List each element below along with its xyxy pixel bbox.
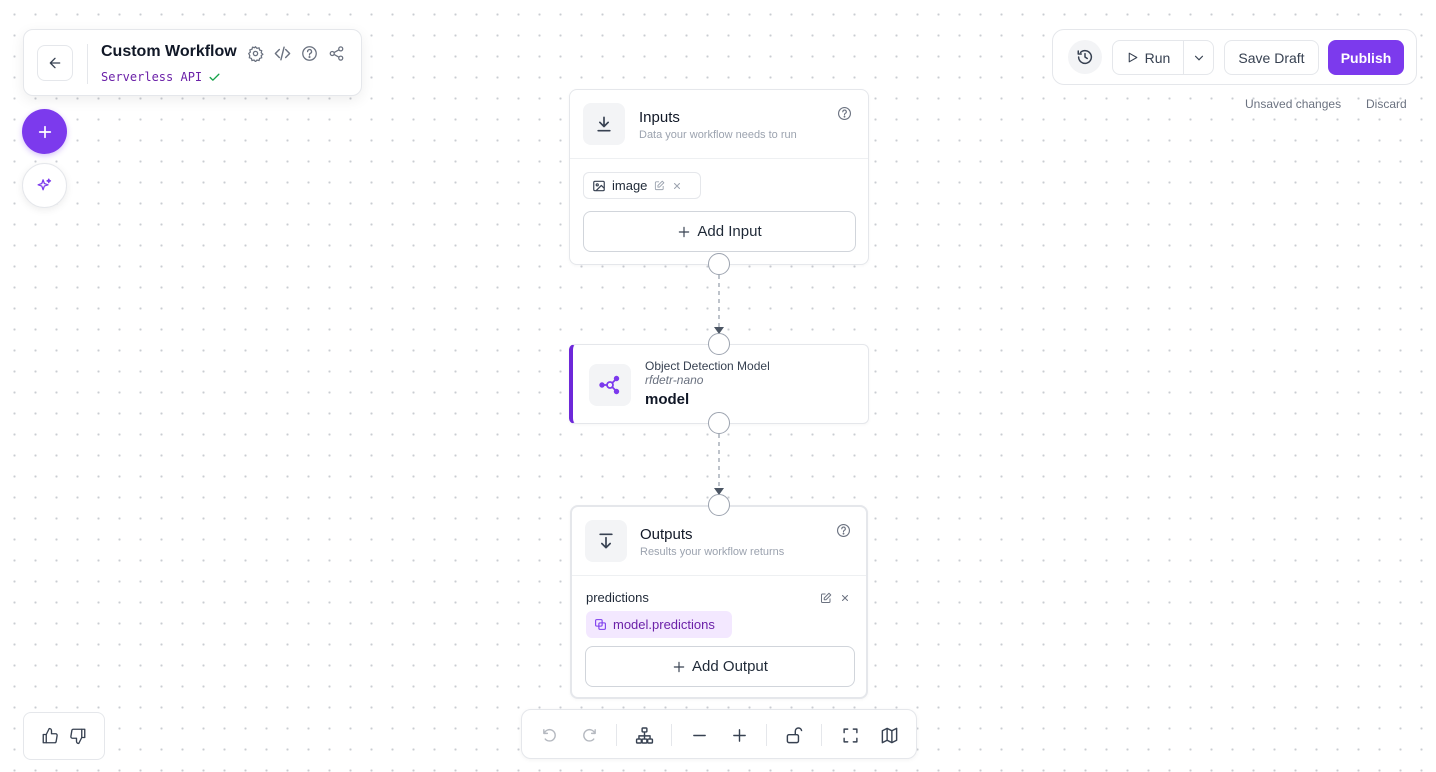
reference-icon <box>595 619 606 630</box>
outputs-node[interactable]: Outputs Results your workflow returns pr… <box>570 505 868 699</box>
fit-view-icon[interactable] <box>840 725 860 745</box>
lock-icon[interactable] <box>784 725 804 745</box>
output-remove-icon[interactable] <box>839 592 851 604</box>
download-icon <box>597 116 611 132</box>
model-output-handle[interactable] <box>708 412 730 434</box>
feedback-panel <box>23 712 105 760</box>
zoom-out-icon[interactable] <box>689 725 709 745</box>
thumbs-up-icon[interactable] <box>40 726 60 746</box>
add-input-label: Add Input <box>697 223 762 240</box>
model-input-handle[interactable] <box>708 333 730 355</box>
inputs-title: Inputs <box>639 109 680 126</box>
output-edit-icon[interactable] <box>820 592 832 604</box>
plus-icon <box>673 661 685 672</box>
output-value-chip[interactable]: model.predictions <box>586 611 732 638</box>
output-value: model.predictions <box>613 617 715 632</box>
inputs-description: Data your workflow needs to run <box>639 129 797 141</box>
plus-icon <box>679 226 690 237</box>
add-input-button[interactable]: Add Input <box>583 211 856 252</box>
outputs-input-handle[interactable] <box>708 494 730 516</box>
arrow-down-to-line-icon <box>599 533 613 549</box>
outputs-help-icon[interactable] <box>836 523 852 539</box>
inputs-output-handle[interactable] <box>708 253 730 275</box>
outputs-node-icon <box>585 520 627 562</box>
undo-icon[interactable] <box>539 725 559 745</box>
zoom-in-icon[interactable] <box>729 725 749 745</box>
model-variant: rfdetr-nano <box>645 373 704 387</box>
input-name: image <box>612 178 648 193</box>
add-output-label: Add Output <box>692 658 768 675</box>
model-type: Object Detection Model <box>645 359 770 373</box>
auto-layout-icon[interactable] <box>634 725 654 745</box>
inputs-help-icon[interactable] <box>837 106 853 122</box>
canvas-controls <box>521 709 917 759</box>
model-graph-icon <box>599 375 620 395</box>
inputs-node-icon <box>583 103 625 145</box>
thumbs-down-icon[interactable] <box>68 726 88 746</box>
edit-icon[interactable] <box>653 180 665 192</box>
input-item[interactable]: image <box>583 172 701 199</box>
remove-icon[interactable] <box>671 180 683 192</box>
model-name: model <box>645 391 690 408</box>
add-output-button[interactable]: Add Output <box>585 646 855 687</box>
model-node-icon <box>589 364 631 406</box>
outputs-description: Results your workflow returns <box>640 546 785 558</box>
outputs-title: Outputs <box>640 526 693 543</box>
inputs-node[interactable]: Inputs Data your workflow needs to run i… <box>569 89 869 265</box>
output-name[interactable]: predictions <box>586 590 649 605</box>
redo-icon[interactable] <box>579 725 599 745</box>
minimap-icon[interactable] <box>879 725 899 745</box>
image-icon <box>593 180 605 191</box>
